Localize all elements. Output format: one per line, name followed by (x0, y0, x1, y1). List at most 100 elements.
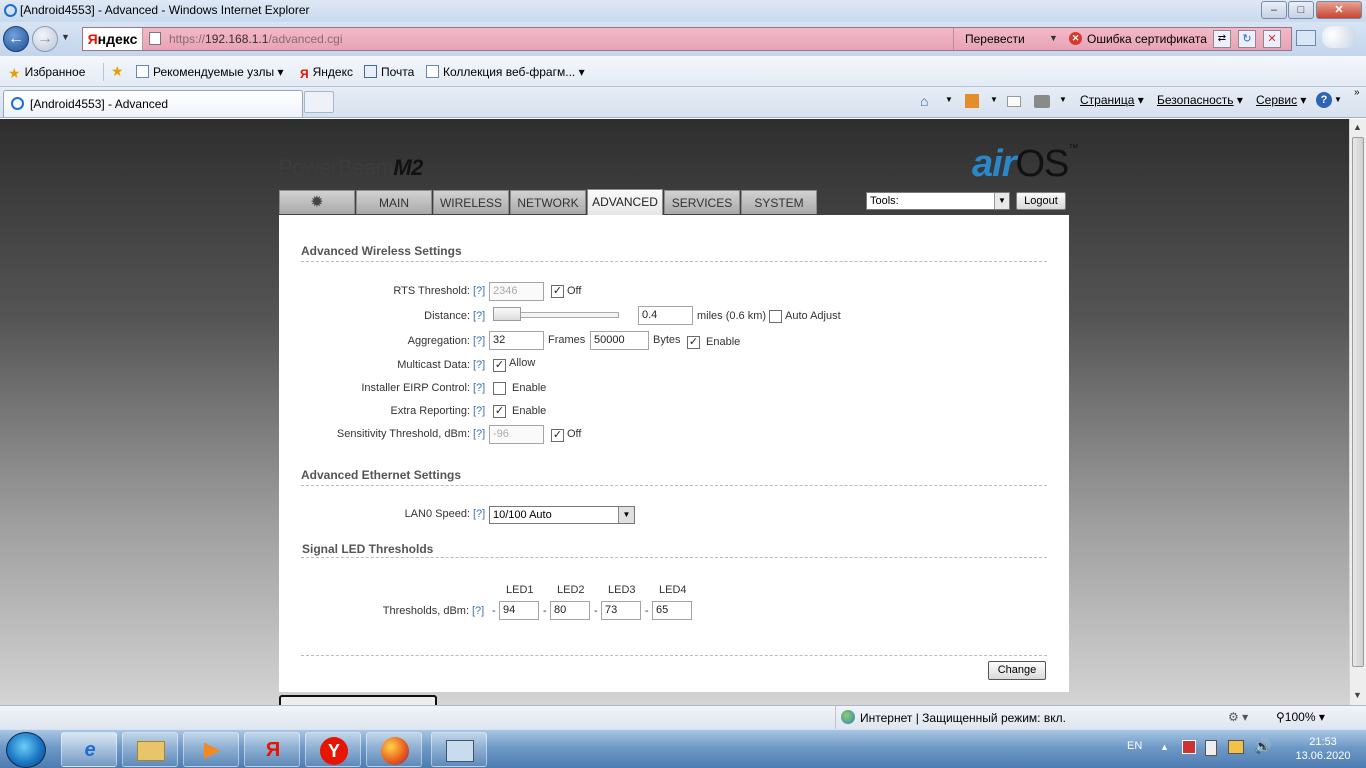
weather-icon[interactable] (1322, 26, 1356, 48)
network-icon[interactable] (1228, 740, 1244, 754)
tab-services[interactable]: SERVICES (664, 190, 740, 214)
led3-threshold-input[interactable]: 73 (601, 601, 641, 620)
page-menu[interactable]: Страница ▾ (1080, 93, 1144, 107)
translate-button[interactable]: Перевести (965, 32, 1025, 46)
sensitivity-help-link[interactable]: [?] (473, 428, 485, 440)
taskbar-ie[interactable]: e (61, 732, 117, 767)
history-dropdown-icon[interactable]: ▼ (61, 32, 70, 42)
certificate-error-button[interactable]: Ошибка сертификата (1087, 32, 1207, 46)
yandex-search-logo[interactable]: Яндекс (83, 28, 143, 50)
url-text[interactable]: https://192.168.1.1/advanced.cgi (169, 32, 343, 46)
translate-dropdown-icon[interactable]: ▼ (1049, 33, 1058, 43)
scroll-up-icon[interactable]: ▲ (1353, 122, 1362, 132)
volume-icon[interactable]: 🔊 (1254, 738, 1271, 755)
forward-button[interactable]: → (32, 26, 58, 52)
tools-menu[interactable]: Сервис ▾ (1256, 93, 1306, 107)
favorites-button[interactable]: ★ Избранное (8, 65, 85, 80)
aggregation-help-link[interactable]: [?] (473, 335, 485, 347)
minimize-button[interactable]: – (1261, 1, 1287, 19)
system-clock[interactable]: 21:53 13.06.2020 (1283, 735, 1363, 763)
tab-wireless[interactable]: WIRELESS (433, 190, 509, 214)
overflow-chevron-icon[interactable]: » (1354, 87, 1360, 98)
multicast-help-link[interactable]: [?] (473, 359, 485, 371)
print-dropdown-icon[interactable]: ▼ (1059, 95, 1067, 104)
eirp-enable-checkbox[interactable] (493, 382, 506, 395)
tab-advanced[interactable]: ADVANCED (587, 189, 663, 215)
taskbar-media-player[interactable]: ▶ (183, 732, 239, 767)
tab-main[interactable]: MAIN (356, 190, 432, 214)
tools-select[interactable]: Tools: ▼ (866, 192, 1010, 210)
zoom-button[interactable]: ⚲100% ▾ (1276, 710, 1325, 724)
vertical-scrollbar[interactable]: ▲ ▼ (1349, 119, 1366, 705)
led4-threshold-input[interactable]: 65 (652, 601, 692, 620)
sensitivity-off-checkbox[interactable]: ✓ (551, 429, 564, 442)
favorites-item-yandex[interactable]: Я Яндекс (300, 65, 353, 81)
tab-network[interactable]: NETWORK (510, 190, 586, 214)
rts-help-link[interactable]: [?] (473, 285, 485, 297)
favorites-item-webslices[interactable]: Коллекция веб-фрагм... ▾ (426, 65, 585, 79)
favorites-item-mail[interactable]: Почта (364, 65, 414, 79)
mail-icon[interactable] (1296, 30, 1316, 46)
scroll-thumb[interactable] (1352, 137, 1364, 667)
eirp-help-link[interactable]: [?] (473, 382, 485, 394)
multicast-allow-checkbox[interactable]: ✓ (493, 359, 506, 372)
address-bar[interactable]: Яндекс https://192.168.1.1/advanced.cgi … (82, 27, 1292, 51)
refresh-icon[interactable]: ↻ (1238, 30, 1256, 48)
led1-threshold-input[interactable]: 94 (499, 601, 539, 620)
home-icon[interactable]: ⌂ (920, 93, 928, 109)
certificate-error-icon[interactable]: ✕ (1069, 32, 1082, 45)
rts-threshold-input[interactable]: 2346 (489, 282, 544, 301)
action-center-icon[interactable] (1182, 740, 1196, 754)
protected-mode-icon[interactable]: ⚙ ▾ (1228, 710, 1248, 724)
distance-help-link[interactable]: [?] (473, 310, 485, 322)
browser-viewport: PowerBeamM2 airOS™ ✹ MAIN WIRELESS NETWO… (0, 119, 1349, 705)
tab-active[interactable]: [Android4553] - Advanced (3, 90, 303, 117)
distance-slider-handle[interactable] (493, 307, 521, 321)
close-button[interactable]: ✕ (1316, 1, 1362, 19)
taskbar-yandex-browser[interactable]: Я (244, 732, 300, 767)
scroll-down-icon[interactable]: ▼ (1353, 690, 1362, 700)
show-hidden-icons-icon[interactable]: ▲ (1160, 742, 1169, 752)
print-icon[interactable] (1034, 95, 1050, 108)
extra-reporting-help-link[interactable]: [?] (473, 405, 485, 417)
add-favorite-icon[interactable]: ★ (111, 63, 124, 80)
auto-adjust-checkbox[interactable] (769, 310, 782, 323)
rts-off-checkbox[interactable]: ✓ (551, 285, 564, 298)
maximize-button[interactable]: □ (1288, 1, 1314, 19)
favorites-item-suggested[interactable]: Рекомендуемые узлы ▾ (136, 65, 284, 79)
tab-ubnt-logo[interactable]: ✹ (279, 190, 355, 214)
window-title-bar[interactable]: [Android4553] - Advanced - Windows Inter… (0, 0, 1366, 22)
led2-threshold-input[interactable]: 80 (550, 601, 590, 620)
home-dropdown-icon[interactable]: ▼ (945, 95, 953, 104)
language-indicator[interactable]: EN (1127, 740, 1142, 752)
tab-system[interactable]: SYSTEM (741, 190, 817, 214)
read-mail-icon[interactable] (1007, 96, 1021, 107)
help-dropdown-icon[interactable]: ▼ (1334, 95, 1342, 104)
compatibility-view-icon[interactable]: ⇄ (1213, 30, 1231, 48)
taskbar-explorer[interactable] (122, 732, 178, 767)
back-button[interactable]: ← (3, 26, 29, 52)
change-button[interactable]: Change (988, 661, 1046, 680)
lan-speed-help-link[interactable]: [?] (473, 508, 485, 520)
new-tab-button[interactable] (304, 91, 334, 113)
aggregation-enable-checkbox[interactable]: ✓ (687, 336, 700, 349)
start-button[interactable] (6, 732, 46, 768)
distance-input[interactable]: 0.4 (638, 306, 693, 325)
aggregation-bytes-input[interactable]: 50000 (590, 331, 649, 350)
safety-menu[interactable]: Безопасность ▾ (1157, 93, 1243, 107)
lan-speed-select[interactable]: 10/100 Auto ▼ (489, 506, 635, 524)
battery-icon[interactable] (1205, 740, 1217, 756)
rss-dropdown-icon[interactable]: ▼ (990, 95, 998, 104)
thresholds-help-link[interactable]: [?] (472, 605, 484, 617)
extra-reporting-checkbox[interactable]: ✓ (493, 405, 506, 418)
logout-button[interactable]: Logout (1016, 192, 1066, 210)
sensitivity-input[interactable]: -96 (489, 425, 544, 444)
taskbar-firefox[interactable] (366, 732, 422, 767)
taskbar-yandex[interactable]: Y (305, 732, 361, 767)
security-zone-text[interactable]: Интернет | Защищенный режим: вкл. (860, 711, 1066, 725)
help-icon[interactable]: ? (1316, 92, 1332, 108)
stop-icon[interactable]: ✕ (1263, 30, 1281, 48)
taskbar-control-panel[interactable] (431, 732, 487, 767)
rss-icon[interactable] (965, 94, 979, 108)
aggregation-frames-input[interactable]: 32 (489, 331, 544, 350)
